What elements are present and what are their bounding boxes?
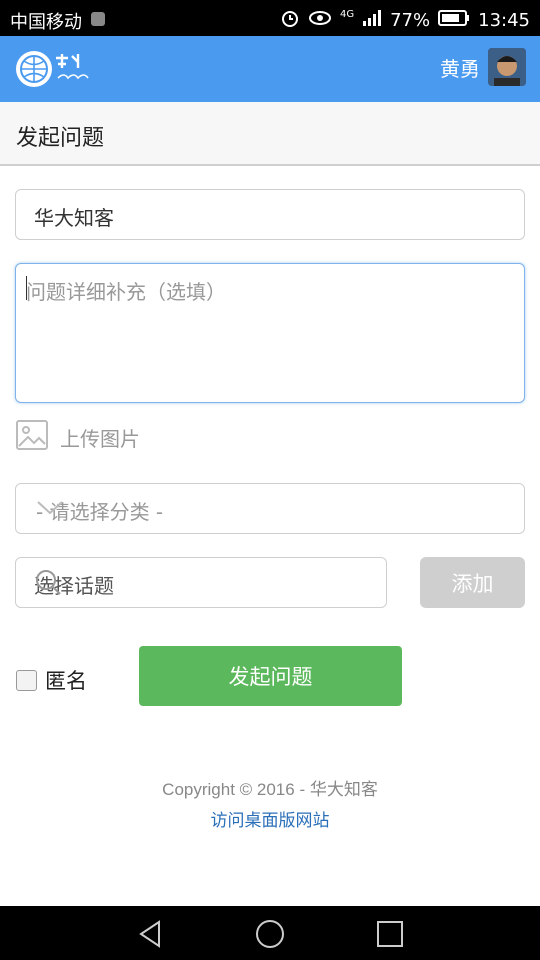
eye-icon — [308, 9, 332, 32]
carrier-label: 中国移动 — [10, 12, 82, 33]
alarm-icon — [280, 8, 300, 33]
upload-image-label: 上传图片 — [60, 427, 140, 451]
anonymous-option[interactable]: 匿名 — [16, 665, 87, 695]
chevron-down-icon — [36, 498, 500, 522]
clock: 13:45 — [478, 10, 530, 31]
desktop-site-link[interactable]: 访问桌面版网站 — [0, 806, 540, 831]
user-menu[interactable]: 黄勇 — [440, 48, 526, 86]
user-avatar[interactable] — [488, 48, 526, 86]
page-title-bar: 发起问题 — [0, 102, 540, 166]
question-detail-placeholder: 问题详细补充（选填） — [26, 280, 226, 304]
anonymous-checkbox[interactable] — [16, 669, 37, 691]
huada-logo-icon[interactable] — [14, 46, 96, 92]
question-title-value: 华大知客 — [34, 206, 114, 230]
battery-percent: 77% — [390, 10, 431, 31]
footer: Copyright © 2016 - 华大知客 访问桌面版网站 — [0, 775, 540, 831]
image-icon — [16, 420, 48, 455]
anonymous-label[interactable]: 匿名 — [45, 665, 87, 695]
submit-question-button[interactable]: 发起问题 — [139, 646, 402, 706]
signal-icon — [362, 9, 382, 32]
sim-icon — [90, 11, 106, 32]
search-icon[interactable] — [34, 568, 374, 601]
upload-image-button[interactable]: 上传图片 — [16, 420, 140, 455]
question-detail-textarea[interactable]: 问题详细补充（选填） — [15, 263, 525, 403]
page-title: 发起问题 — [16, 126, 105, 151]
battery-icon — [438, 9, 470, 32]
topic-input[interactable]: 选择话题 — [15, 557, 387, 608]
status-bar: 中国移动 4G 77% 13:45 — [0, 0, 540, 36]
navigation-bar — [0, 906, 540, 960]
question-title-input[interactable]: 华大知客 — [15, 189, 525, 240]
recent-apps-icon[interactable] — [374, 918, 406, 950]
app-header: 黄勇 — [0, 36, 540, 102]
back-icon[interactable] — [135, 918, 167, 950]
add-topic-button[interactable]: 添加 — [420, 557, 525, 608]
user-name[interactable]: 黄勇 — [440, 53, 480, 82]
category-select[interactable]: - 请选择分类 - — [15, 483, 525, 534]
home-icon[interactable] — [254, 918, 286, 950]
copyright-text: Copyright © 2016 - 华大知客 — [162, 780, 378, 799]
network-label: 4G — [339, 9, 355, 20]
